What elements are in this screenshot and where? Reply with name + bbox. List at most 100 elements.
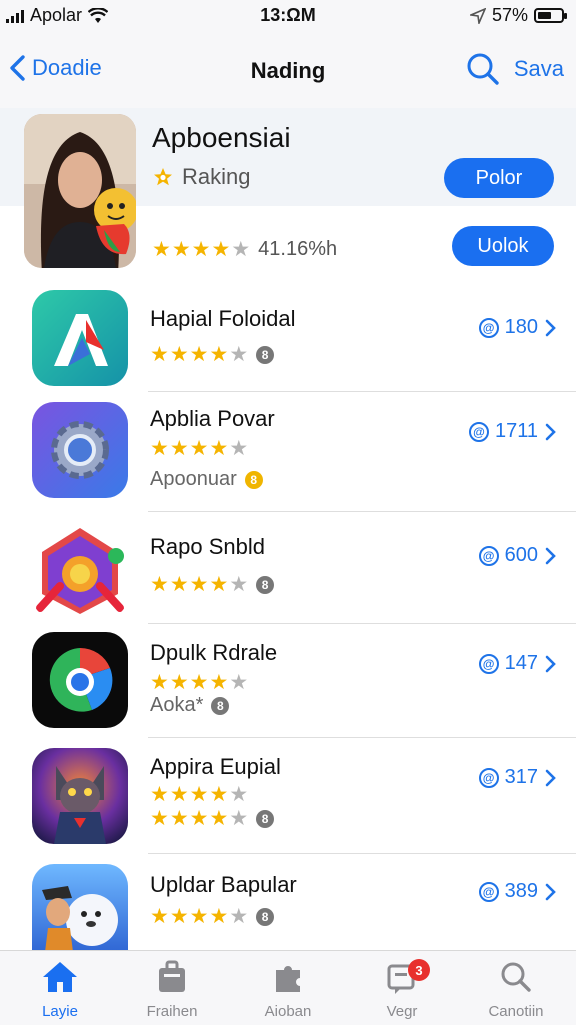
app-price: 389 (504, 880, 538, 902)
app-row[interactable]: Apblia Povar ★ ★ ★ ★ ★ Apoonuar 8 @ 1711 (0, 392, 576, 512)
app-rating-stars: ★ ★ ★ ★ ★ (150, 574, 248, 595)
star-filled-icon: ★ (209, 905, 229, 928)
app-icon-hapial[interactable] (32, 290, 128, 386)
app-icon-rapo[interactable] (32, 522, 128, 618)
app-price-button[interactable]: @ 317 (478, 766, 556, 789)
featured-app-image[interactable] (24, 114, 136, 268)
at-icon: @ (478, 545, 499, 566)
star-filled-icon: ★ (152, 238, 171, 261)
tab-store[interactable]: Fraihen (122, 957, 222, 1020)
star-empty-icon: ★ (231, 238, 251, 261)
app-price: 180 (504, 316, 538, 338)
tab-search[interactable]: Canotiin (466, 957, 566, 1020)
star-filled-icon: ★ (150, 783, 169, 806)
app-icon-dpulk[interactable] (32, 632, 128, 728)
star-filled-icon: ★ (150, 573, 169, 596)
app-rating-stars: ★ ★ ★ ★ ★ (150, 438, 248, 459)
featured-secondary-button[interactable]: Uolok (452, 226, 554, 266)
featured-primary-button[interactable]: Polor (444, 158, 554, 198)
app-extra-text: Apoonuar (150, 468, 237, 490)
app-row[interactable]: Dpulk Rdrale ★ ★ ★ ★ ★ Aoka* 8 @ 147 (0, 624, 576, 738)
star-filled-icon: ★ (169, 573, 189, 596)
star-filled-icon: ★ (169, 807, 189, 830)
review-badge: 8 (244, 470, 263, 489)
battery-percent: 57% (491, 5, 528, 25)
star-filled-icon: ★ (209, 437, 229, 460)
star-empty-icon: ★ (229, 573, 249, 596)
app-extra-line: Apoonuar 8 (150, 468, 263, 491)
featured-app-card[interactable]: Apboensiai Raking Polor ★ ★ ★ ★ ★ 41.16%h Uo… (0, 108, 576, 276)
status-right: 57% (469, 5, 567, 26)
tab-label: Fraihen (146, 1003, 198, 1020)
star-filled-icon: ★ (209, 573, 229, 596)
app-rating-stars: ★ ★ ★ ★ ★ (150, 906, 248, 927)
tab-home[interactable]: Layie (10, 957, 110, 1020)
star-filled-icon: ★ (150, 807, 169, 830)
app-row[interactable]: Hapial Foloidal ★ ★ ★ ★ ★ 8 @ 180 (0, 276, 576, 392)
app-rating-line-2: ★ ★ ★ ★ ★ 8 (150, 807, 275, 830)
star-badge-icon (154, 168, 172, 186)
app-extra-text: Aoka* (150, 694, 204, 716)
app-rating-stars: ★ ★ ★ ★ ★ (150, 784, 248, 805)
tab-label: Vegr (386, 1003, 418, 1020)
app-name: Rapo Snbld (150, 534, 265, 559)
save-button[interactable]: Sava (514, 56, 564, 82)
star-empty-icon: ★ (229, 905, 249, 928)
tab-label: Canotiin (488, 1003, 544, 1020)
tab-apps[interactable]: Aioban (238, 957, 338, 1020)
app-row[interactable]: Appira Eupial ★ ★ ★ ★ ★ ★ ★ ★ ★ ★ 8 @ 317 (0, 738, 576, 854)
star-empty-icon: ★ (229, 437, 249, 460)
featured-subtitle-label: Raking (182, 164, 251, 189)
tab-label: Layie (42, 1003, 78, 1020)
star-filled-icon: ★ (150, 437, 169, 460)
featured-subtitle: Raking (152, 164, 250, 190)
app-rating-line: ★ ★ ★ ★ ★ (150, 438, 248, 459)
star-filled-icon: ★ (189, 343, 209, 366)
star-filled-icon: ★ (209, 671, 229, 694)
star-empty-icon: ★ (229, 807, 249, 830)
star-filled-icon: ★ (150, 905, 169, 928)
chevron-right-icon (545, 319, 556, 336)
app-price: 147 (504, 652, 538, 674)
tab-updates[interactable]: 3 Vegr (352, 957, 452, 1020)
search-icon[interactable] (466, 52, 500, 86)
app-icon-appira[interactable] (32, 748, 128, 844)
app-rating-line: ★ ★ ★ ★ ★ (150, 784, 248, 805)
app-price-button[interactable]: @ 180 (478, 316, 556, 339)
chevron-right-icon (545, 655, 556, 672)
puzzle-icon (276, 966, 300, 992)
app-rating-stars: ★ ★ ★ ★ ★ (150, 344, 248, 365)
featured-rating: ★ ★ ★ ★ ★ 41.16%h (152, 238, 337, 261)
review-badge: 8 (211, 696, 230, 715)
star-filled-icon: ★ (189, 437, 209, 460)
app-icon-upldar[interactable] (32, 864, 128, 950)
star-filled-icon: ★ (209, 807, 229, 830)
app-rating-line: ★ ★ ★ ★ ★ 8 (150, 344, 275, 365)
star-filled-icon: ★ (209, 783, 229, 806)
chevron-right-icon (545, 423, 556, 440)
app-price-button[interactable]: @ 1711 (468, 420, 556, 443)
app-row[interactable]: Upldar Bapular ★ ★ ★ ★ ★ 8 @ 389 (0, 854, 576, 950)
app-price-button[interactable]: @ 600 (478, 544, 556, 567)
star-filled-icon: ★ (189, 807, 209, 830)
featured-rating-stars: ★ ★ ★ ★ ★ (152, 239, 250, 260)
app-price-button[interactable]: @ 147 (478, 652, 556, 675)
app-rating-line: ★ ★ ★ ★ ★ 8 (150, 574, 275, 595)
navigation-bar: Doadie Nading Sava (0, 32, 576, 108)
star-filled-icon: ★ (171, 238, 191, 261)
star-filled-icon: ★ (169, 671, 189, 694)
app-icon-apblia[interactable] (32, 402, 128, 498)
at-icon: @ (478, 881, 499, 902)
app-row[interactable]: Rapo Snbld ★ ★ ★ ★ ★ 8 @ 600 (0, 512, 576, 624)
app-rating-line: ★ ★ ★ ★ ★ 8 (150, 906, 275, 927)
star-filled-icon: ★ (169, 905, 189, 928)
star-filled-icon: ★ (191, 238, 211, 261)
tab-label: Aioban (264, 1003, 312, 1020)
search-icon (501, 962, 531, 992)
app-price-button[interactable]: @ 389 (478, 880, 556, 903)
featured-portrait-image (24, 114, 136, 268)
star-filled-icon: ★ (169, 783, 189, 806)
app-name: Appira Eupial (150, 754, 281, 779)
chevron-right-icon (545, 547, 556, 564)
at-icon: @ (478, 767, 499, 788)
